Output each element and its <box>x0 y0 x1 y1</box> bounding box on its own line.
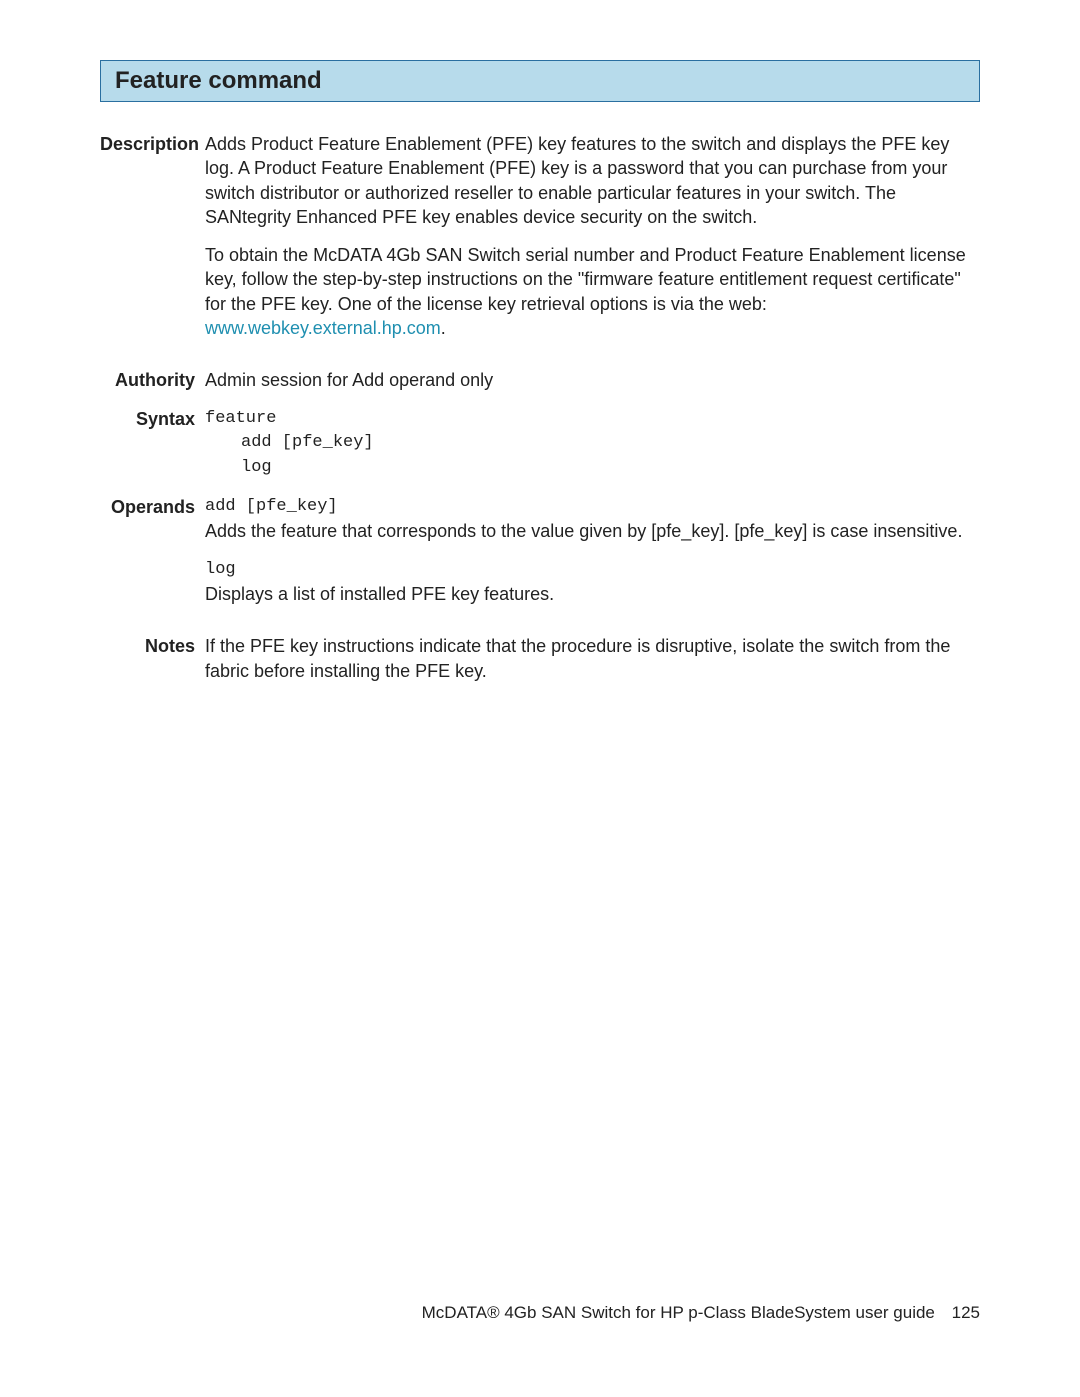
syntax-row: Syntax feature add [pfe_key] log <box>100 407 980 481</box>
description-label: Description <box>100 132 205 354</box>
page-footer: McDATA® 4Gb SAN Switch for HP p-Class Bl… <box>0 1303 1080 1323</box>
authority-value: Admin session for Add operand only <box>205 368 980 392</box>
syntax-label: Syntax <box>100 407 205 481</box>
operand-log: log Displays a list of installed PFE key… <box>205 558 980 607</box>
description-p2-pre: To obtain the McDATA 4Gb SAN Switch seri… <box>205 245 966 314</box>
operand-add-code: add [pfe_key] <box>205 495 980 520</box>
description-p2: To obtain the McDATA 4Gb SAN Switch seri… <box>205 243 980 340</box>
operand-log-text: Displays a list of installed PFE key fea… <box>205 582 980 606</box>
syntax-line1: feature <box>205 407 980 432</box>
operands-value: add [pfe_key] Adds the feature that corr… <box>205 495 980 621</box>
page: Feature command Description Adds Product… <box>0 0 1080 1397</box>
description-row: Description Adds Product Feature Enablem… <box>100 132 980 354</box>
footer-text: McDATA® 4Gb SAN Switch for HP p-Class Bl… <box>422 1303 935 1322</box>
operand-log-code: log <box>205 558 980 583</box>
footer-page: 125 <box>952 1303 980 1322</box>
operands-row: Operands add [pfe_key] Adds the feature … <box>100 495 980 621</box>
operand-add: add [pfe_key] Adds the feature that corr… <box>205 495 980 544</box>
description-p1: Adds Product Feature Enablement (PFE) ke… <box>205 132 980 229</box>
section-title-box: Feature command <box>100 60 980 102</box>
section-title: Feature command <box>115 67 965 95</box>
webkey-link[interactable]: www.webkey.external.hp.com <box>205 318 441 338</box>
syntax-line2: add [pfe_key] <box>205 431 980 456</box>
description-p2-post: . <box>441 318 446 338</box>
notes-row: Notes If the PFE key instructions indica… <box>100 634 980 683</box>
description-value: Adds Product Feature Enablement (PFE) ke… <box>205 132 980 354</box>
authority-row: Authority Admin session for Add operand … <box>100 368 980 392</box>
operands-label: Operands <box>100 495 205 621</box>
operand-add-text: Adds the feature that corresponds to the… <box>205 519 980 543</box>
syntax-line3: log <box>205 456 980 481</box>
syntax-value: feature add [pfe_key] log <box>205 407 980 481</box>
notes-label: Notes <box>100 634 205 683</box>
authority-label: Authority <box>100 368 205 392</box>
notes-value: If the PFE key instructions indicate tha… <box>205 634 980 683</box>
